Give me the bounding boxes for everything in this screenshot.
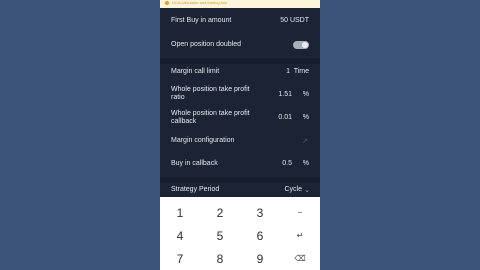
promo-banner[interactable]: DCA calculator and trading tool: [160, 0, 320, 8]
banner-text: DCA calculator and trading tool: [172, 0, 228, 5]
take-profit-ratio-label: Whole position take profit ratio: [171, 86, 250, 101]
strategy-period-value[interactable]: Cycle: [284, 186, 302, 193]
take-profit-ratio-row[interactable]: Whole position take profit ratio 1.51 %: [160, 86, 320, 104]
buy-callback-unit: %: [302, 160, 309, 167]
margin-call-unit: Time: [293, 68, 309, 75]
strategy-period-label: Strategy Period: [171, 186, 220, 193]
open-doubled-toggle[interactable]: [293, 41, 309, 49]
minus-key[interactable]: −: [280, 202, 320, 224]
section-divider: [160, 58, 320, 64]
key-8[interactable]: 8: [200, 248, 240, 270]
chevron-right-icon: ↗: [302, 138, 308, 145]
backspace-icon[interactable]: ⌫: [280, 248, 320, 270]
margin-config-row[interactable]: Margin configuration ↗: [160, 137, 320, 149]
buy-callback-row[interactable]: Buy in callback 0.5 %: [160, 160, 320, 172]
margin-config-label: Margin configuration: [171, 137, 235, 144]
first-buy-unit: USDT: [289, 17, 309, 24]
buy-callback-label: Buy in callback: [171, 160, 218, 167]
chevron-down-icon: ⌄: [304, 187, 310, 194]
first-buy-input[interactable]: 50: [280, 17, 288, 24]
take-profit-ratio-input[interactable]: 1.51: [278, 91, 292, 98]
key-6[interactable]: 6: [240, 225, 280, 247]
video-frame: DCA calculator and trading tool First Bu…: [0, 0, 480, 270]
numeric-keyboard: 1 2 3 − 4 5 6 ↵ 7 8 9 ⌫: [160, 197, 320, 270]
open-doubled-row: Open position doubled: [160, 41, 320, 53]
toggle-knob: [302, 42, 308, 48]
margin-call-label: Margin call limit: [171, 68, 220, 75]
first-buy-row[interactable]: First Buy in amount 50 USDT: [160, 17, 320, 29]
strategy-period-row[interactable]: Strategy Period Cycle ⌄: [160, 186, 320, 196]
margin-call-row[interactable]: Margin call limit 1 Time: [160, 68, 320, 80]
section-divider: [160, 177, 320, 183]
phone-screen: DCA calculator and trading tool First Bu…: [160, 0, 320, 270]
key-9[interactable]: 9: [240, 248, 280, 270]
open-doubled-label: Open position doubled: [171, 41, 242, 48]
take-profit-ratio-unit: %: [302, 91, 309, 98]
buy-callback-input[interactable]: 0.5: [282, 160, 292, 167]
key-2[interactable]: 2: [200, 202, 240, 224]
margin-call-input[interactable]: 1: [286, 68, 290, 75]
take-profit-callback-row[interactable]: Whole position take profit callback 0.01…: [160, 110, 320, 128]
take-profit-callback-unit: %: [302, 114, 309, 121]
enter-key-icon[interactable]: ↵: [280, 225, 320, 247]
take-profit-callback-input[interactable]: 0.01: [278, 114, 292, 121]
take-profit-callback-label: Whole position take profit callback: [171, 110, 250, 125]
key-1[interactable]: 1: [160, 202, 200, 224]
key-4[interactable]: 4: [160, 225, 200, 247]
info-icon: [165, 1, 169, 5]
key-3[interactable]: 3: [240, 202, 280, 224]
key-7[interactable]: 7: [160, 248, 200, 270]
first-buy-label: First Buy in amount: [171, 17, 232, 24]
key-5[interactable]: 5: [200, 225, 240, 247]
